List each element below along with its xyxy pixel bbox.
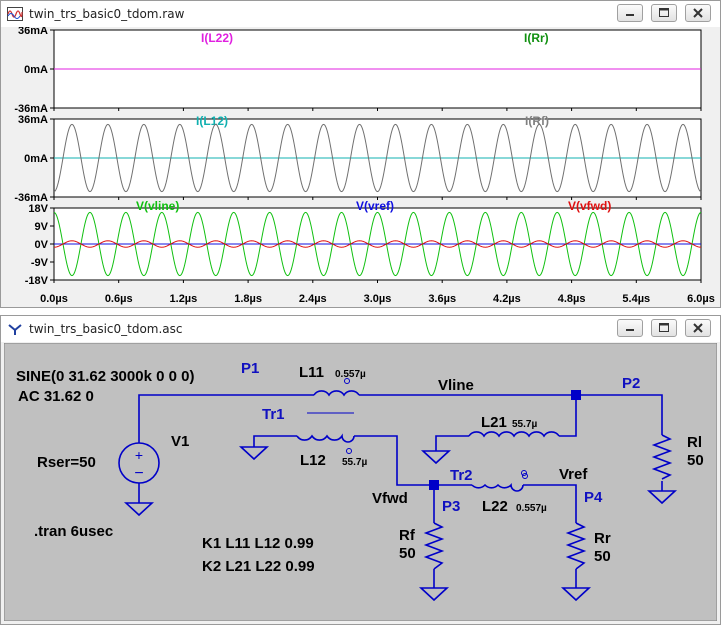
net-label-vref[interactable]: Vref [559,466,588,483]
x-tick-label: 2.4µs [299,293,327,305]
l11-label[interactable]: L11 [299,364,324,381]
trace-label-il12[interactable]: I(L12) [196,114,228,128]
l12-value[interactable]: 55.7µ [342,457,367,468]
port-label-p2[interactable]: P2 [622,375,640,392]
trace-label-vref[interactable]: V(vref) [356,199,394,213]
y-tick-label: 36mA [18,27,48,37]
pane-2[interactable]: 36mA0mA-36mA I(L12) I(Rf) [14,114,702,204]
junction-dot [571,390,581,400]
x-tick-label: 6.0µs [687,293,715,305]
trace-label-il22[interactable]: I(L22) [201,31,233,45]
schematic-app-icon [8,324,22,335]
rf-value[interactable]: 50 [399,545,416,562]
port-label-p1[interactable]: P1 [241,360,259,377]
rf-label[interactable]: Rf [399,527,416,544]
l12-label[interactable]: L12 [300,452,326,469]
transformer-label-tr1[interactable]: Tr1 [262,406,285,423]
y-tick-label: 0mA [24,153,48,165]
rr-label[interactable]: Rr [594,530,611,547]
waveform-window-title: twin_trs_basic0_tdom.raw [29,7,185,21]
schematic-titlebar[interactable]: twin_trs_basic0_tdom.asc [1,316,720,342]
waveform-titlebar[interactable]: twin_trs_basic0_tdom.raw [1,1,720,27]
x-tick-label: 5.4µs [622,293,650,305]
port-label-p4[interactable]: P4 [584,489,603,506]
waveform-app-icon [7,7,23,21]
rser-label[interactable]: Rser=50 [37,454,96,471]
schematic-window-title: twin_trs_basic0_tdom.asc [29,322,183,336]
y-tick-label: 9V [35,221,49,233]
maximize-icon [659,8,669,17]
pane-2-y-ticks: 36mA0mA-36mA [14,114,54,204]
l22-label[interactable]: L22 [482,498,508,515]
x-tick-label: 0.0µs [40,293,68,305]
trace-label-irr[interactable]: I(Rr) [524,31,549,45]
rl-value[interactable]: 50 [687,452,704,469]
schematic-minimize-button[interactable] [617,319,643,337]
x-tick-label: 4.2µs [493,293,521,305]
k2-directive[interactable]: K2 L21 L22 0.99 [202,558,315,575]
svg-text:−: − [134,465,143,482]
x-tick-label: 3.0µs [364,293,392,305]
rl-label[interactable]: Rl [687,434,702,451]
minimize-icon [626,14,634,16]
sine-directive[interactable]: SINE(0 31.62 3000k 0 0 0) [16,368,194,385]
x-tick-label: 4.8µs [558,293,586,305]
l11-value[interactable]: 0.557µ [335,369,366,380]
close-icon [693,323,703,333]
y-tick-label: 0V [35,239,49,251]
pane-3[interactable]: 18V 9V 0V -9V -18V V(vline) V(vref) V(vfwd) [25,199,702,287]
close-icon [693,8,703,18]
x-tick-label: 1.8µs [234,293,262,305]
restore-icon [659,323,669,332]
trace-label-irf[interactable]: I(Rf) [525,114,549,128]
minimize-button[interactable] [617,4,643,22]
waveform-window[interactable]: twin_trs_basic0_tdom.raw 36mA 0mA -36mA I(… [0,0,721,308]
net-label-vline[interactable]: Vline [438,377,474,394]
pane-1[interactable]: 36mA0mA-36mA I(L22) I(Rr) [14,27,702,115]
v1-label[interactable]: V1 [171,433,189,450]
x-tick-label: 0.6µs [105,293,133,305]
k1-directive[interactable]: K1 L11 L12 0.99 [202,535,314,552]
pane-3-y-ticks: 18V 9V 0V -9V -18V [25,203,54,287]
x-tick-label: 1.2µs [170,293,198,305]
y-tick-label: -9V [31,257,49,269]
tran-directive[interactable]: .tran 6usec [34,523,113,540]
y-tick-label: 36mA [18,114,48,126]
ac-directive[interactable]: AC 31.62 0 [18,388,94,405]
net-label-vfwd[interactable]: Vfwd [372,490,408,507]
schematic-canvas[interactable]: + − SINE(0 31.62 3000k 0 0 0) AC 31.62 0… [4,343,717,621]
transformer-label-tr2[interactable]: Tr2 [450,467,473,484]
pane-1-y-ticks: 36mA0mA-36mA [14,27,54,115]
l21-value[interactable]: 55.7µ [512,419,537,430]
minimize-icon [626,329,634,331]
schematic-restore-button[interactable] [651,319,677,337]
waveform-plot-area[interactable]: 36mA0mA-36mA I(L22) I(Rr) 36mA0mA-36mA I… [1,27,720,307]
close-button[interactable] [685,4,711,22]
trace-label-vfwd[interactable]: V(vfwd) [568,199,611,213]
x-tick-label: 3.6µs [428,293,456,305]
l21-label[interactable]: L21 [481,414,507,431]
trace-label-vline[interactable]: V(vline) [136,199,179,213]
port-label-p3[interactable]: P3 [442,498,460,515]
y-tick-label: 18V [28,203,48,215]
junction-dot [429,480,439,490]
svg-text:+: + [135,447,143,463]
rr-value[interactable]: 50 [594,548,611,565]
schematic-window[interactable]: twin_trs_basic0_tdom.asc + − SINE(0 31.6… [0,315,721,625]
y-tick-label: 0mA [24,64,48,76]
l22-value[interactable]: 0.557µ [516,503,547,514]
maximize-button[interactable] [651,4,677,22]
schematic-close-button[interactable] [685,319,711,337]
y-tick-label: -18V [25,275,49,287]
